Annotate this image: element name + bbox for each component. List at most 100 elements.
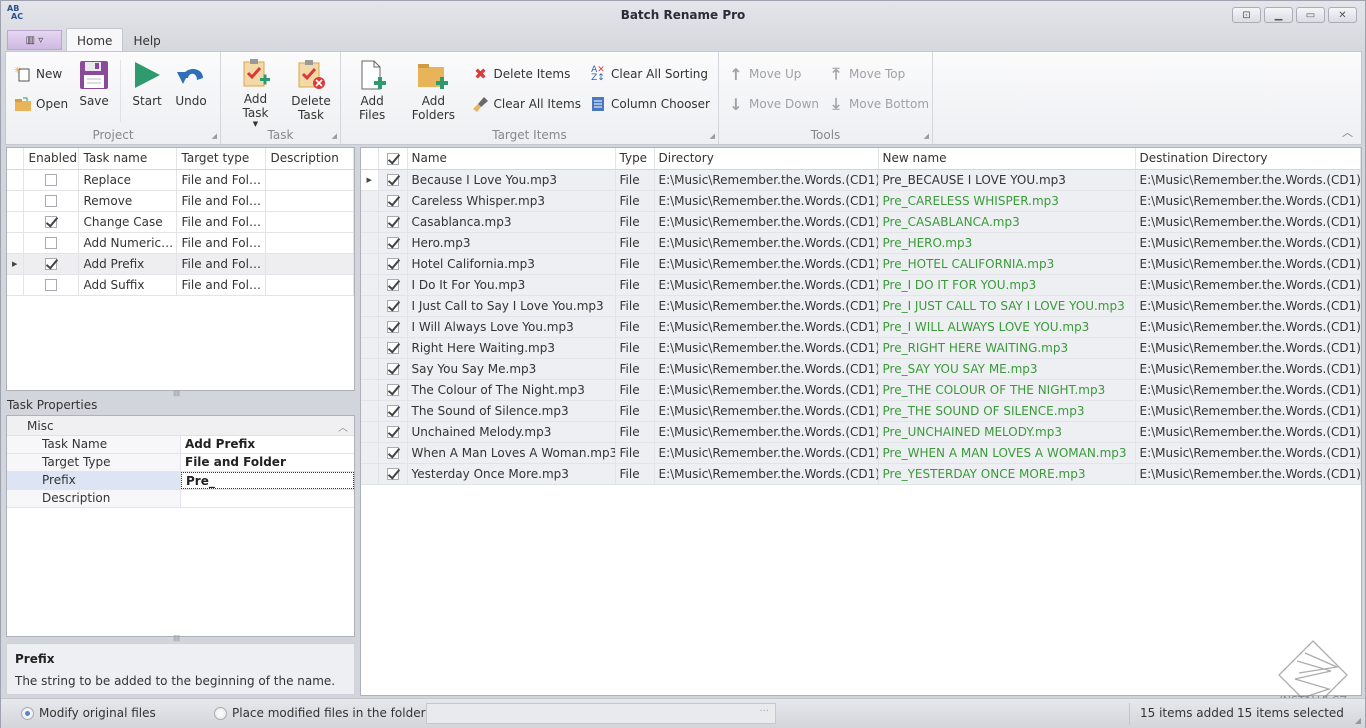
column-header-name[interactable]: Name	[407, 148, 616, 170]
task-name-cell[interactable]: Change Case	[78, 211, 177, 233]
enabled-cell[interactable]	[23, 190, 79, 212]
item-name-cell[interactable]: Hero.mp3	[407, 232, 616, 254]
checkbox-icon[interactable]	[386, 195, 399, 207]
task-launcher-icon[interactable]: ◢	[332, 132, 337, 140]
column-chooser-button[interactable]: Column Chooser	[589, 92, 710, 116]
open-button[interactable]: Open	[14, 92, 68, 116]
start-button[interactable]: Start	[125, 56, 169, 126]
item-new-name-cell[interactable]: Pre_I JUST CALL TO SAY I LOVE YOU.mp3	[878, 295, 1136, 317]
item-type-cell[interactable]: File	[615, 211, 655, 233]
item-new-name-cell[interactable]: Pre_I WILL ALWAYS LOVE YOU.mp3	[878, 316, 1136, 338]
enabled-cell[interactable]	[23, 253, 79, 275]
item-name-cell[interactable]: Because I Love You.mp3	[407, 169, 616, 191]
item-destination-cell[interactable]: E:\Music\Remember.the.Words.(CD1)	[1135, 253, 1361, 275]
column-header-target-type[interactable]: Target type	[176, 148, 266, 170]
item-row[interactable]: The Sound of Silence.mp3 File E:\Music\Rem…	[361, 400, 1361, 422]
checkbox-icon[interactable]	[386, 405, 399, 417]
description-cell[interactable]	[265, 232, 354, 254]
task-row[interactable]: Add Suffix File and Folder	[7, 274, 354, 296]
item-name-cell[interactable]: I Do It For You.mp3	[407, 274, 616, 296]
item-name-cell[interactable]: I Will Always Love You.mp3	[407, 316, 616, 338]
close-button[interactable]: ✕	[1328, 7, 1357, 23]
item-destination-cell[interactable]: E:\Music\Remember.the.Words.(CD1)	[1135, 337, 1361, 359]
capture-button[interactable]: ⊡	[1232, 7, 1261, 23]
item-directory-cell[interactable]: E:\Music\Remember.the.Words.(CD1)	[654, 463, 879, 485]
item-row[interactable]: Say You Say Me.mp3 File E:\Music\Remember.…	[361, 358, 1361, 380]
delete-items-button[interactable]: ✖ Delete Items	[472, 62, 581, 86]
item-row[interactable]: Careless Whisper.mp3 File E:\Music\Remembe…	[361, 190, 1361, 212]
task-row[interactable]: ▶ Add Prefix File and Folder	[7, 253, 354, 275]
target-type-cell[interactable]: File and Folder	[176, 232, 266, 254]
tab-help[interactable]: Help	[123, 29, 170, 52]
checkbox-icon[interactable]	[44, 216, 57, 228]
enabled-cell[interactable]	[23, 274, 79, 296]
description-cell[interactable]	[265, 253, 354, 275]
item-destination-cell[interactable]: E:\Music\Remember.the.Words.(CD1)	[1135, 190, 1361, 212]
task-name-cell[interactable]: Add Numerical...	[78, 232, 177, 254]
column-header-directory[interactable]: Directory	[654, 148, 879, 170]
item-row[interactable]: Yesterday Once More.mp3 File E:\Music\Reme…	[361, 463, 1361, 485]
item-name-cell[interactable]: I Just Call to Say I Love You.mp3	[407, 295, 616, 317]
checkbox-icon[interactable]	[44, 237, 57, 249]
item-destination-cell[interactable]: E:\Music\Remember.the.Words.(CD1)	[1135, 169, 1361, 191]
item-new-name-cell[interactable]: Pre_I DO IT FOR YOU.mp3	[878, 274, 1136, 296]
property-row[interactable]: Description	[7, 490, 354, 508]
task-row[interactable]: Remove File and Folder	[7, 190, 354, 212]
item-name-cell[interactable]: The Sound of Silence.mp3	[407, 400, 616, 422]
task-name-cell[interactable]: Add Suffix	[78, 274, 177, 296]
enabled-cell[interactable]	[23, 169, 79, 191]
move-bottom-button[interactable]: ⤓ Move Bottom	[827, 92, 929, 116]
item-new-name-cell[interactable]: Pre_CASABLANCA.mp3	[878, 211, 1136, 233]
item-row[interactable]: Unchained Melody.mp3 File E:\Music\Remembe…	[361, 421, 1361, 443]
checkbox-icon[interactable]	[386, 279, 399, 291]
checkbox-icon[interactable]	[386, 426, 399, 438]
item-row[interactable]: I Will Always Love You.mp3 File E:\Music\R…	[361, 316, 1361, 338]
item-destination-cell[interactable]: E:\Music\Remember.the.Words.(CD1)	[1135, 211, 1361, 233]
item-destination-cell[interactable]: E:\Music\Remember.the.Words.(CD1)	[1135, 316, 1361, 338]
item-directory-cell[interactable]: E:\Music\Remember.the.Words.(CD1)	[654, 442, 879, 464]
checkbox-icon[interactable]	[386, 363, 399, 375]
item-type-cell[interactable]: File	[615, 274, 655, 296]
item-checkbox[interactable]	[378, 400, 408, 422]
target-type-cell[interactable]: File and Folder	[176, 253, 266, 275]
checkbox-icon[interactable]	[386, 174, 399, 186]
move-top-button[interactable]: ⤒ Move Top	[827, 62, 929, 86]
item-destination-cell[interactable]: E:\Music\Remember.the.Words.(CD1)	[1135, 232, 1361, 254]
item-destination-cell[interactable]: E:\Music\Remember.the.Words.(CD1)	[1135, 421, 1361, 443]
item-type-cell[interactable]: File	[615, 442, 655, 464]
item-directory-cell[interactable]: E:\Music\Remember.the.Words.(CD1)	[654, 316, 879, 338]
item-checkbox[interactable]	[378, 442, 408, 464]
item-type-cell[interactable]: File	[615, 400, 655, 422]
item-new-name-cell[interactable]: Pre_THE SOUND OF SILENCE.mp3	[878, 400, 1136, 422]
item-type-cell[interactable]: File	[615, 295, 655, 317]
checkbox-icon[interactable]	[386, 258, 399, 270]
task-row[interactable]: Change Case File and Folder	[7, 211, 354, 233]
item-directory-cell[interactable]: E:\Music\Remember.the.Words.(CD1)	[654, 274, 879, 296]
clear-all-items-button[interactable]: Clear All Items	[472, 92, 581, 116]
item-checkbox[interactable]	[378, 379, 408, 401]
select-all-checkbox[interactable]	[378, 148, 408, 170]
checkbox-icon[interactable]	[386, 321, 399, 333]
checkbox-icon[interactable]	[44, 174, 57, 186]
app-menu-button[interactable]: ▥ ▿	[7, 30, 62, 50]
target-items-launcher-icon[interactable]: ◢	[710, 132, 715, 140]
item-row[interactable]: When A Man Loves A Woman.mp3 File E:\Music…	[361, 442, 1361, 464]
item-row[interactable]: The Colour of The Night.mp3 File E:\Music\…	[361, 379, 1361, 401]
item-checkbox[interactable]	[378, 232, 408, 254]
item-type-cell[interactable]: File	[615, 253, 655, 275]
minimize-button[interactable]: ▁	[1264, 7, 1293, 23]
add-task-button[interactable]: Add Task ▼	[225, 56, 286, 128]
resize-grip-icon[interactable]: ◢	[1355, 716, 1361, 725]
item-checkbox[interactable]	[378, 463, 408, 485]
item-new-name-cell[interactable]: Pre_RIGHT HERE WAITING.mp3	[878, 337, 1136, 359]
item-new-name-cell[interactable]: Pre_YESTERDAY ONCE MORE.mp3	[878, 463, 1136, 485]
item-type-cell[interactable]: File	[615, 337, 655, 359]
item-directory-cell[interactable]: E:\Music\Remember.the.Words.(CD1)	[654, 358, 879, 380]
item-new-name-cell[interactable]: Pre_UNCHAINED MELODY.mp3	[878, 421, 1136, 443]
column-header-new-name[interactable]: New name	[878, 148, 1136, 170]
checkbox-icon[interactable]	[386, 447, 399, 459]
enabled-cell[interactable]	[23, 211, 79, 233]
chevron-up-icon[interactable]: ︿	[338, 419, 348, 434]
item-directory-cell[interactable]: E:\Music\Remember.the.Words.(CD1)	[654, 211, 879, 233]
item-destination-cell[interactable]: E:\Music\Remember.the.Words.(CD1)	[1135, 442, 1361, 464]
